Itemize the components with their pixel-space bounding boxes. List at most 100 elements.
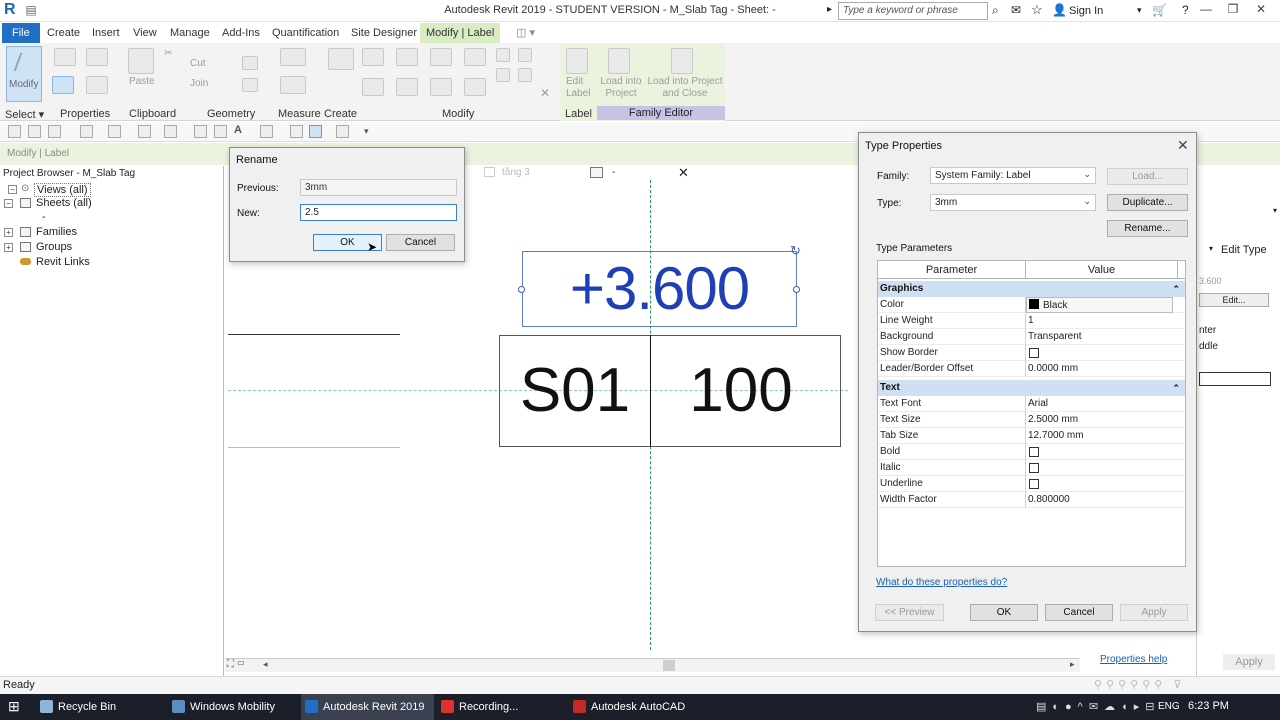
param-value[interactable]: 2.5000 mm <box>1028 412 1078 428</box>
family-types-icon[interactable] <box>86 48 108 66</box>
selection-filter-icons[interactable]: ⚲⚲⚲⚲⚲⚲ ⊽ <box>1094 678 1185 691</box>
app-menu-icon[interactable]: ▤ <box>24 3 38 17</box>
system-tray-icons[interactable]: ▤◐●^✉☁◖▸⊟ <box>1036 700 1160 713</box>
param-row[interactable]: Leader/Border Offset 0.0000 mm <box>878 361 1185 377</box>
split-icon[interactable] <box>496 48 510 62</box>
label-grip-left[interactable] <box>518 286 525 293</box>
create-icon[interactable] <box>328 48 354 70</box>
join-label[interactable]: Join <box>190 78 208 89</box>
collapse-icon[interactable]: ⌃ <box>1172 281 1180 297</box>
collapse-icon[interactable]: − <box>8 185 17 194</box>
rename-button[interactable]: Rename... <box>1107 220 1188 237</box>
load-into-project-button[interactable]: Load into Project <box>598 76 644 100</box>
type-ok-button[interactable]: OK <box>970 604 1038 621</box>
user-icon[interactable]: 👤 <box>1052 3 1067 17</box>
param-row[interactable]: Background Transparent <box>878 329 1185 345</box>
type-select[interactable]: 3mm ⌄ <box>930 194 1096 211</box>
dimension-icon[interactable] <box>280 76 306 94</box>
scrollbar-thumb[interactable] <box>663 660 675 671</box>
expand-icon[interactable]: + <box>4 228 13 237</box>
type-cancel-button[interactable]: Cancel <box>1045 604 1113 621</box>
redo-icon[interactable] <box>108 125 121 138</box>
param-value[interactable]: 1 <box>1028 313 1034 329</box>
view-control-icons[interactable]: ⛶ ▭ <box>227 659 245 670</box>
open-icon[interactable] <box>8 125 21 138</box>
param-row[interactable]: Tab Size 12.7000 mm <box>878 428 1185 444</box>
collapse-icon[interactable]: − <box>4 199 13 208</box>
copy-icon[interactable] <box>396 78 418 96</box>
switch-windows-icon[interactable] <box>336 125 349 138</box>
taskbar-autocad[interactable]: Autodesk AutoCAD 2... <box>569 694 699 720</box>
param-row[interactable]: Color Black <box>878 297 1185 313</box>
tab-manage[interactable]: Manage <box>164 23 216 43</box>
param-row[interactable]: Line Weight 1 <box>878 313 1185 329</box>
new-name-input[interactable]: 2.5 <box>300 204 457 221</box>
elevation-label[interactable]: +3.600 <box>522 254 797 323</box>
rename-cancel-button[interactable]: Cancel <box>386 234 455 251</box>
measure-qat-icon[interactable] <box>164 125 177 138</box>
view-tab-active[interactable]: - ✕ <box>588 165 694 182</box>
tab-view[interactable]: View <box>127 23 163 43</box>
customize-qat-icon[interactable]: ▾ <box>364 126 369 137</box>
tab-modify-label[interactable]: Modify | Label <box>420 23 501 43</box>
param-row[interactable]: Width Factor 0.800000 <box>878 492 1185 508</box>
minimize-button[interactable]: — <box>1193 2 1219 20</box>
properties-apply-button[interactable]: Apply <box>1223 654 1275 670</box>
color-value[interactable]: Black <box>1026 297 1173 313</box>
star-icon[interactable]: ☆ <box>1031 2 1043 18</box>
revit-logo-icon[interactable]: R <box>4 1 16 19</box>
paste-icon[interactable] <box>128 48 154 74</box>
family-select[interactable]: System Family: Label ⌄ <box>930 167 1096 184</box>
properties-icon[interactable] <box>52 76 74 94</box>
edit-label-button[interactable]: Edit Label <box>566 76 590 100</box>
offset-icon[interactable] <box>396 48 418 66</box>
group-header-graphics[interactable]: Graphics ⌃ <box>878 281 1185 297</box>
edit-label-icon[interactable] <box>566 48 588 74</box>
save-icon[interactable] <box>28 125 41 138</box>
param-row[interactable]: Italic <box>878 460 1185 476</box>
tab-quantification[interactable]: Quantification <box>266 23 345 43</box>
taskbar-recording[interactable]: Recording... <box>437 694 565 720</box>
prop-input[interactable] <box>1199 372 1271 386</box>
param-row[interactable]: Bold <box>878 444 1185 460</box>
cut-label[interactable]: Cut <box>190 58 206 69</box>
measure-icon[interactable] <box>280 48 306 66</box>
undo-icon[interactable] <box>80 125 93 138</box>
prop-edit-button[interactable]: Edit... <box>1199 293 1269 307</box>
duplicate-button[interactable]: Duplicate... <box>1107 194 1188 211</box>
search-icon[interactable]: ⌕ <box>992 3 999 18</box>
scissors-icon[interactable]: ✂ <box>164 48 172 59</box>
close-button[interactable]: ✕ <box>1248 2 1274 20</box>
ribbon-options-icon[interactable]: ◫ ▾ <box>510 23 541 43</box>
modify-button[interactable]: Modify <box>6 46 42 102</box>
tag-qat-icon[interactable] <box>214 125 227 138</box>
expand-icon[interactable]: + <box>4 243 13 252</box>
tab-add-ins[interactable]: Add-Ins <box>216 23 266 43</box>
tag-right-text[interactable]: 100 <box>666 355 816 426</box>
load-close-button[interactable]: Load into Project and Close <box>644 76 726 100</box>
chevron-down-icon[interactable]: ▾ <box>1209 244 1213 253</box>
collapse-icon[interactable]: ⌃ <box>1172 380 1180 396</box>
scroll-right-icon[interactable]: ▸ <box>1070 659 1075 670</box>
italic-checkbox[interactable] <box>1029 463 1039 473</box>
param-row[interactable]: Text Size 2.5000 mm <box>878 412 1185 428</box>
search-input[interactable]: Type a keyword or phrase <box>838 2 988 20</box>
sync-icon[interactable] <box>48 125 61 138</box>
thin-lines-icon[interactable] <box>309 125 322 138</box>
sign-in-link[interactable]: Sign In <box>1069 5 1103 17</box>
section-icon[interactable] <box>290 125 303 138</box>
show-border-checkbox[interactable] <box>1029 348 1039 358</box>
tab-file[interactable]: File <box>2 23 40 43</box>
geometry-icon[interactable] <box>242 56 258 70</box>
language-indicator[interactable]: ENG <box>1158 701 1180 712</box>
chevron-down-icon[interactable]: ▾ <box>1273 206 1277 215</box>
tree-item-sheet[interactable]: - <box>42 211 46 223</box>
preview-button[interactable]: << Preview <box>875 604 944 621</box>
rotate-grip-icon[interactable]: ↻ <box>790 243 801 259</box>
taskbar-clock[interactable]: 6:23 PM <box>1188 700 1229 712</box>
properties-help-link[interactable]: What do these properties do? <box>876 577 1007 588</box>
taskbar-recycle-bin[interactable]: Recycle Bin <box>36 694 162 720</box>
underline-checkbox[interactable] <box>1029 479 1039 489</box>
text-icon[interactable]: A <box>234 124 242 136</box>
view-tab-inactive[interactable]: tầng 3 <box>484 166 584 180</box>
